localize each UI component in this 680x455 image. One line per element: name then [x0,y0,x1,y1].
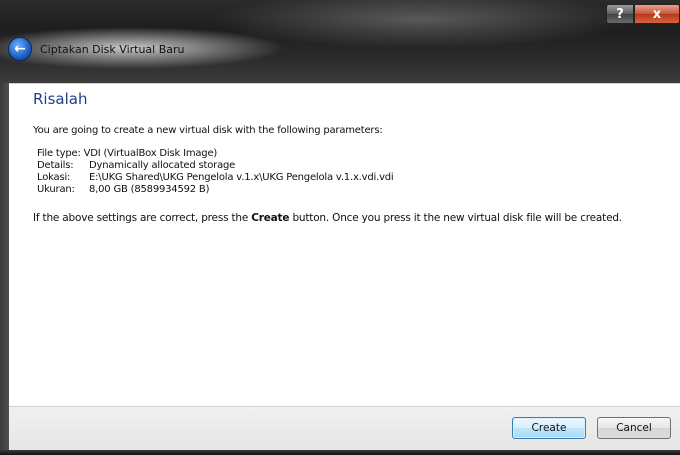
param-details: Details: Dynamically allocated storage [37,160,394,172]
wizard-window: ? x ← Ciptakan Disk Virtual Baru Risalah… [0,0,680,455]
param-location: Lokasi: E:\UKG Shared\UKG Pengelola v.1.x… [37,172,394,184]
param-size: Ukuran: 8,00 GB (8589934592 B) [37,184,394,196]
back-arrow-icon[interactable]: ← [8,37,32,61]
note-text-after: button. Once you press it the new virtua… [289,212,622,224]
cancel-button[interactable]: Cancel [597,417,671,439]
page-heading: Risalah [33,90,88,108]
help-button[interactable]: ? [606,4,634,24]
param-label: Ukuran: [37,184,75,195]
intro-text: You are going to create a new virtual di… [33,125,383,136]
param-label: Details: [37,160,74,171]
create-button[interactable]: Create [512,417,586,439]
title-bar[interactable] [0,0,680,82]
param-value: VDI (VirtualBox Disk Image) [83,148,218,159]
parameter-list: File type: VDI (VirtualBox Disk Image) D… [37,148,394,196]
confirmation-note: If the above settings are correct, press… [33,212,622,224]
close-button[interactable]: x [634,4,680,24]
window-left-border [0,83,9,450]
note-create-keyword: Create [251,212,290,224]
note-text-before: If the above settings are correct, press… [33,212,252,224]
param-value: E:\UKG Shared\UKG Pengelola v.1.x\UKG Pe… [89,172,394,183]
caption-buttons: ? x [606,4,680,26]
param-value: 8,00 GB (8589934592 B) [89,184,210,195]
window-bottom-border [0,450,680,455]
window-title: Ciptakan Disk Virtual Baru [40,43,185,56]
param-label: Lokasi: [37,172,71,183]
param-value: Dynamically allocated storage [89,160,236,171]
param-file-type: File type: VDI (VirtualBox Disk Image) [37,148,394,160]
param-label: File type: [37,148,81,159]
